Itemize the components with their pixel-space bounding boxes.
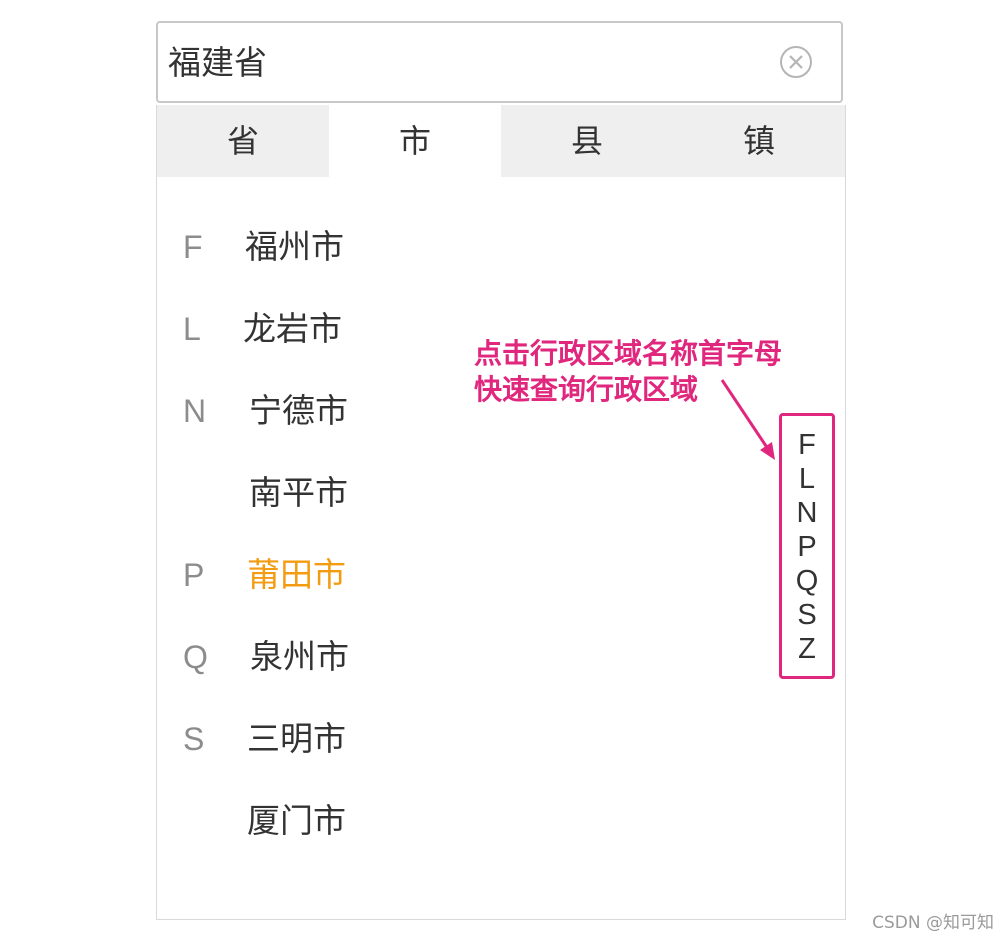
city-item[interactable]: 宁德市 xyxy=(249,391,348,431)
list-item: S 三明市 xyxy=(157,697,845,779)
region-search-input[interactable]: 福建省 xyxy=(156,21,843,103)
list-item: F 福州市 xyxy=(157,205,845,287)
alphabet-index-bar: F L N P Q S Z xyxy=(779,413,835,679)
list-item: Q 泉州市 xyxy=(157,615,845,697)
clear-icon[interactable] xyxy=(779,45,813,79)
index-letter-z[interactable]: Z xyxy=(782,632,832,666)
group-letter: Q xyxy=(183,639,208,675)
list-item: P 莆田市 xyxy=(157,533,845,615)
tab-province[interactable]: 省 xyxy=(157,105,329,177)
index-letter-l[interactable]: L xyxy=(782,462,832,496)
city-item-selected[interactable]: 莆田市 xyxy=(247,555,346,595)
tab-county[interactable]: 县 xyxy=(501,105,673,177)
group-letter: F xyxy=(183,229,203,265)
city-item[interactable]: 泉州市 xyxy=(250,637,349,677)
group-letter: S xyxy=(183,721,205,757)
index-letter-q[interactable]: Q xyxy=(782,564,832,598)
region-picker-panel: 省 市 县 镇 F 福州市 L 龙岩市 N 宁德市 南平市 P 莆田市 Q 泉州… xyxy=(156,105,846,920)
index-letter-f[interactable]: F xyxy=(782,428,832,462)
city-item[interactable]: 三明市 xyxy=(247,719,346,759)
level-tabs: 省 市 县 镇 xyxy=(157,105,845,177)
city-item[interactable]: 福州市 xyxy=(245,227,344,267)
tab-city[interactable]: 市 xyxy=(329,105,501,177)
pointer-arrow-icon xyxy=(720,379,775,460)
watermark: CSDN @知可知 xyxy=(872,913,994,933)
group-letter: L xyxy=(183,311,201,347)
index-letter-s[interactable]: S xyxy=(782,598,832,632)
city-item[interactable]: 龙岩市 xyxy=(243,309,342,349)
tab-town[interactable]: 镇 xyxy=(673,105,845,177)
city-list: F 福州市 L 龙岩市 N 宁德市 南平市 P 莆田市 Q 泉州市 S 三明市 xyxy=(157,205,845,861)
hint-line-1: 点击行政区域名称首字母 xyxy=(474,337,783,370)
city-item[interactable]: 南平市 xyxy=(249,473,348,513)
city-item[interactable]: 厦门市 xyxy=(247,801,346,841)
list-item: 厦门市 xyxy=(157,779,845,861)
group-letter: P xyxy=(183,557,205,593)
group-letter: N xyxy=(183,393,207,429)
search-value: 福建省 xyxy=(168,43,267,82)
index-letter-n[interactable]: N xyxy=(782,496,832,530)
index-letter-p[interactable]: P xyxy=(782,530,832,564)
